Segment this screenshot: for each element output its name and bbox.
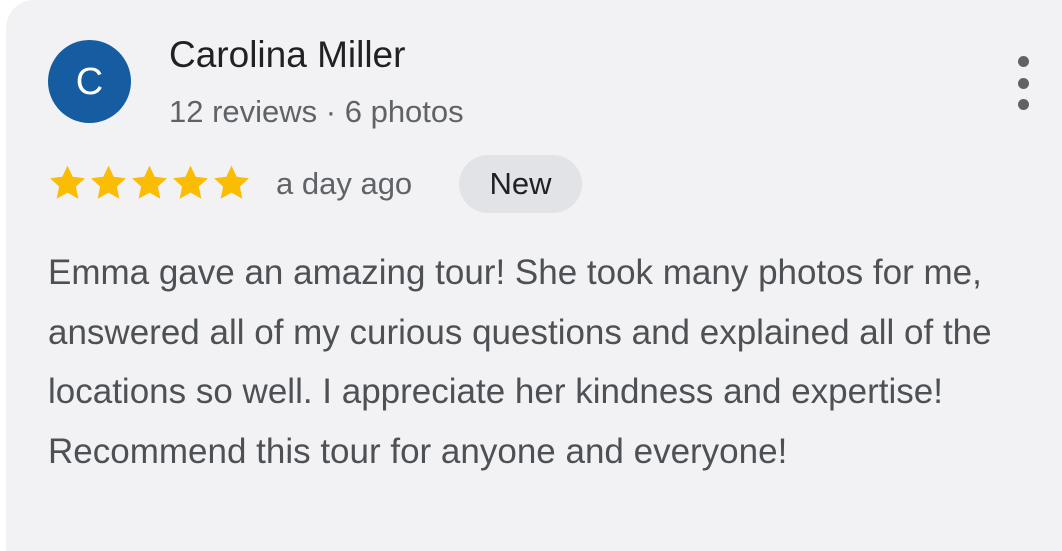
- star-icon: [132, 165, 167, 199]
- review-card: C Carolina Miller 12 reviews · 6 photos …: [6, 0, 1062, 551]
- new-badge: New: [459, 155, 582, 213]
- reviewer-stats: 12 reviews · 6 photos: [169, 94, 464, 129]
- star-icon: [50, 165, 85, 199]
- more-dot: [1017, 77, 1029, 89]
- star-icon: [214, 165, 249, 199]
- avatar[interactable]: C: [48, 40, 131, 123]
- avatar-initial: C: [75, 60, 104, 103]
- star-icon: [173, 165, 208, 199]
- star-rating: [47, 162, 252, 204]
- star-icon: [91, 165, 126, 199]
- review-time: a day ago: [276, 166, 413, 201]
- more-dot: [1017, 56, 1029, 67]
- reviewer-name[interactable]: Carolina Miller: [169, 34, 405, 76]
- more-vert-icon[interactable]: [1010, 56, 1036, 110]
- review-text: Emma gave an amazing tour! She took many…: [48, 253, 992, 471]
- more-dot: [1017, 99, 1029, 110]
